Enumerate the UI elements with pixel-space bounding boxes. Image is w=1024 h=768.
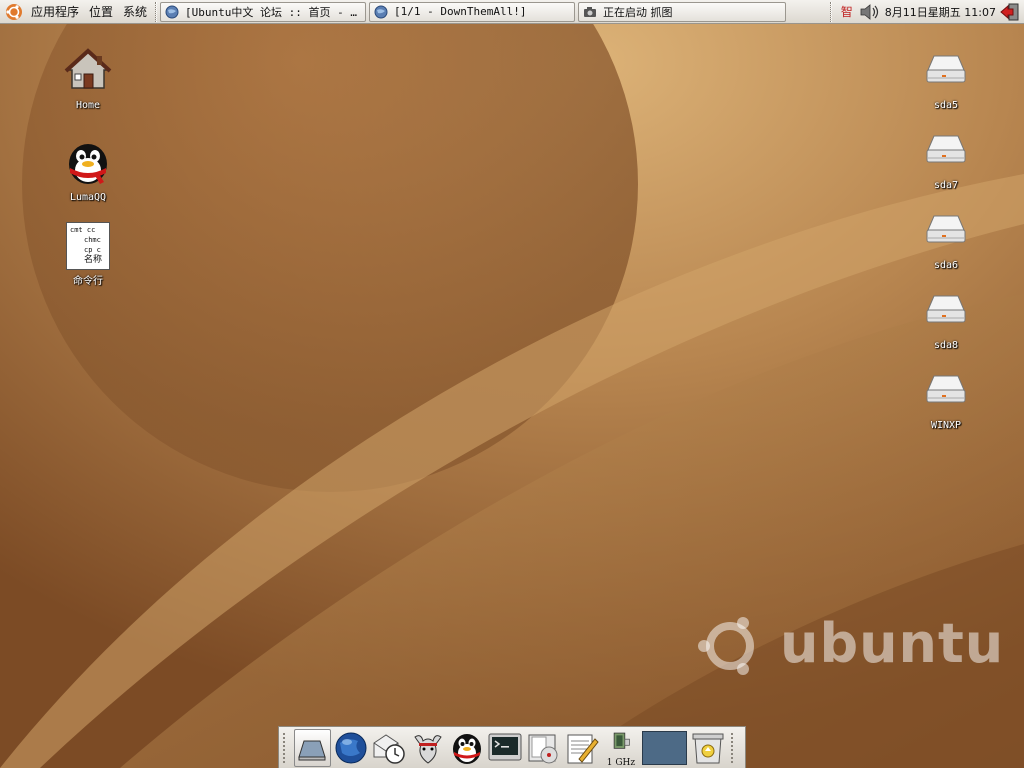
globe-icon: [374, 5, 388, 18]
drive-icon: [926, 215, 966, 243]
taskbar-button-screenshot[interactable]: 正在启动 抓图: [578, 1, 787, 22]
qq-penguin-icon: [69, 144, 107, 184]
bottom-dock: 1 GHz: [278, 726, 746, 768]
dock-show-desktop[interactable]: [293, 728, 331, 767]
script-line: chmc: [84, 236, 101, 244]
camera-icon: [584, 6, 597, 17]
ubuntu-logo-icon: [698, 617, 754, 675]
terminal-icon: [488, 733, 522, 760]
desktop-icon-label: sda5: [933, 100, 959, 111]
desktop-icon-label: sda7: [933, 180, 959, 191]
qq-penguin-icon: [452, 733, 481, 764]
dock-gnu[interactable]: [410, 729, 447, 767]
clock[interactable]: 8月11日星期五 11:07: [885, 4, 996, 20]
ubuntu-logo-icon[interactable]: [4, 2, 24, 22]
desktop-icon-sda5[interactable]: sda5: [901, 46, 991, 111]
desktop-icon-home[interactable]: Home: [43, 46, 133, 111]
dock-text-editor[interactable]: [564, 729, 601, 767]
drive-icon: [926, 55, 966, 83]
desktop-icon-lumaqq[interactable]: LumaQQ: [43, 138, 133, 203]
logout-icon[interactable]: [1000, 2, 1020, 22]
dock-trash[interactable]: [690, 729, 727, 767]
desktop-icon-label: Home: [75, 100, 101, 111]
menu-system[interactable]: 系统: [118, 1, 152, 23]
home-icon: [64, 48, 112, 89]
desktop-icon-label: WINXP: [930, 420, 962, 431]
ubuntu-watermark: ubuntu: [694, 610, 1003, 680]
dock-grip-handle[interactable]: [731, 732, 737, 763]
dock-mail-clock[interactable]: [371, 729, 408, 767]
taskbar-button-downthemall[interactable]: [1/1 - DownThemAll!]: [369, 1, 576, 22]
mail-clock-icon: [373, 733, 406, 764]
gnu-icon: [414, 734, 442, 764]
globe-icon: [165, 5, 179, 18]
desktop-icon-label: LumaQQ: [69, 192, 107, 203]
show-desktop-icon: [298, 740, 326, 760]
taskbar-button-ubuntu-forum[interactable]: [Ubuntu中文 论坛 :: 首页 - …: [160, 1, 367, 22]
desktop-icon-winxp[interactable]: WINXP: [901, 366, 991, 431]
taskbar-button-label: [Ubuntu中文 论坛 :: 首页 - …: [185, 5, 358, 19]
desktop-icon-label: sda6: [933, 260, 959, 271]
drive-icon: [926, 135, 966, 163]
desktop-icon-command-line[interactable]: cmt cc chmc cp c 名称 命令行: [43, 222, 133, 287]
ubuntu-wordmark: ubuntu: [780, 612, 1005, 675]
menu-applications[interactable]: 应用程序: [26, 1, 84, 23]
trash-icon: [692, 733, 724, 763]
taskbar-button-label: [1/1 - DownThemAll!]: [394, 5, 527, 18]
desktop-icon-sda8[interactable]: sda8: [901, 286, 991, 351]
firefox-icon: [335, 732, 367, 763]
dock-cpu-frequency[interactable]: 1 GHz: [603, 729, 640, 768]
top-panel: 应用程序 位置 系统 [Ubuntu中文 论坛 :: 首页 - … [1/1 -…: [0, 0, 1024, 24]
system-tray: 智 8月11日星期五 11:07: [827, 1, 1024, 23]
taskbar-button-label: 正在启动 抓图: [603, 5, 673, 19]
volume-icon[interactable]: [859, 3, 881, 21]
menu-places[interactable]: 位置: [84, 1, 118, 23]
dock-terminal[interactable]: [487, 729, 524, 767]
script-icon: cmt cc chmc cp c 名称: [66, 222, 110, 270]
desktop-icon-label: 命令行: [73, 276, 103, 287]
panel-separator[interactable]: [155, 1, 158, 22]
cd-player-icon: [528, 734, 558, 763]
dock-lumaqq[interactable]: [448, 729, 485, 767]
text-editor-icon: [567, 734, 600, 763]
script-line: cp c: [84, 246, 101, 254]
dock-firefox[interactable]: [333, 729, 370, 767]
script-line: cmt cc: [70, 226, 96, 234]
drive-icon: [926, 375, 966, 403]
dock-grip-handle[interactable]: [283, 732, 289, 763]
desktop-icon-label: sda8: [933, 340, 959, 351]
dock-cd-player[interactable]: [525, 729, 562, 767]
script-line: 名称: [84, 255, 103, 265]
desktop-icon-sda6[interactable]: sda6: [901, 206, 991, 271]
workspace-switcher[interactable]: [642, 730, 687, 765]
desktop-icon-sda7[interactable]: sda7: [901, 126, 991, 191]
panel-separator[interactable]: [829, 1, 832, 22]
input-method-indicator[interactable]: 智: [841, 3, 853, 20]
cpu-frequency-label: 1 GHz: [606, 757, 636, 768]
desktop[interactable]: Home LumaQQ cmt cc chmc cp c 名称 命令行 sda5…: [0, 24, 1024, 768]
cpu-freq-icon: [613, 732, 630, 749]
drive-icon: [926, 295, 966, 323]
